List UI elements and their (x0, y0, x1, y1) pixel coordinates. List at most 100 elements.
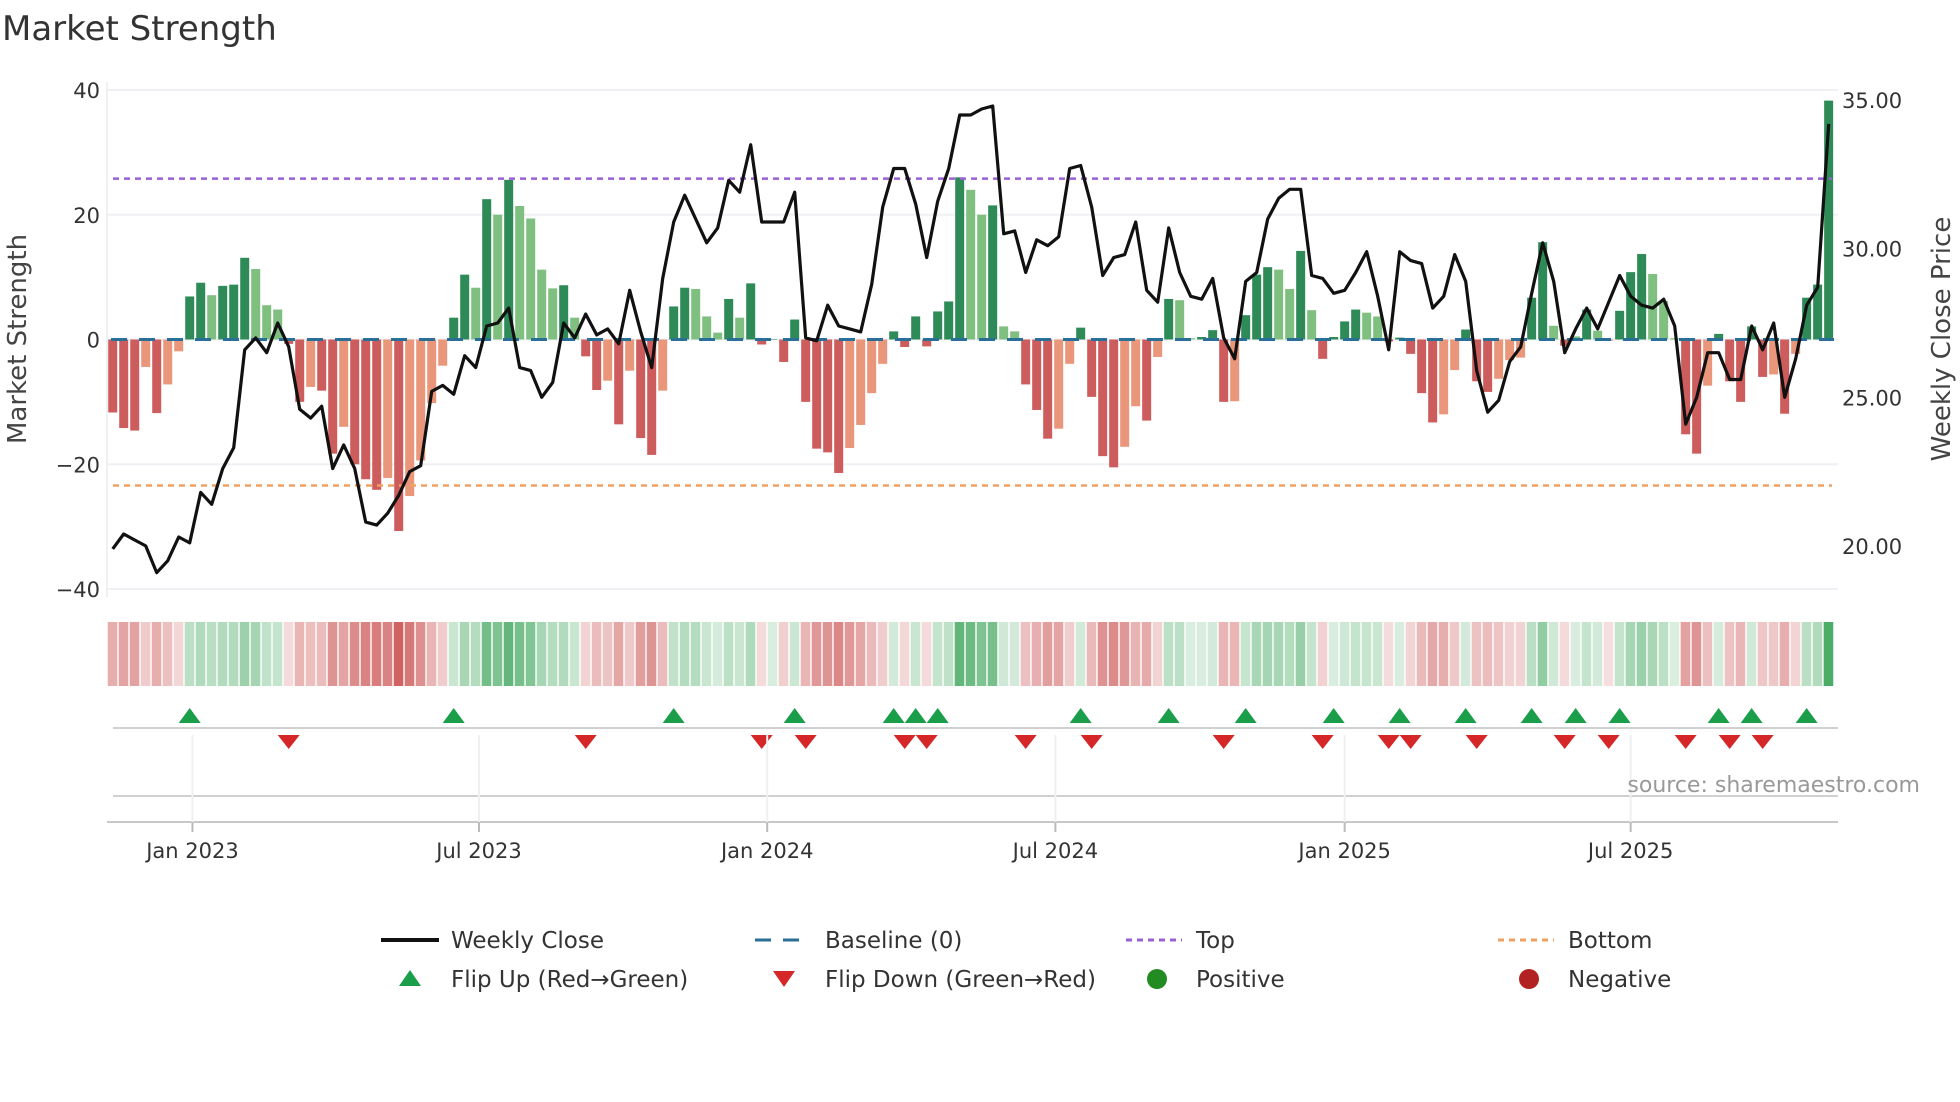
strip-cell (1449, 622, 1460, 686)
strip-cell (613, 622, 624, 686)
strip-cell (261, 622, 272, 686)
strength-bar (119, 339, 129, 429)
right-tick-label: 35.00 (1842, 89, 1902, 113)
strip-cell (1559, 622, 1570, 686)
strength-bar (548, 288, 558, 340)
strip-cell (1185, 622, 1196, 686)
strip-cell (448, 622, 459, 686)
strip-cell (1251, 622, 1262, 686)
strength-bar (592, 339, 602, 391)
strip-cell (1295, 622, 1306, 686)
flip-down-marker (1377, 735, 1400, 749)
strength-bar (449, 317, 459, 340)
strip-cell (668, 622, 679, 686)
strength-bar (526, 218, 536, 340)
strength-bar (515, 206, 525, 340)
strip-cell (536, 622, 547, 686)
legend-item: Baseline (0) (755, 928, 962, 954)
strength-bar (1406, 339, 1416, 354)
strength-bar (1428, 339, 1438, 423)
strip-cell (833, 622, 844, 686)
strength-bar (691, 288, 701, 340)
legend-item: Top (1126, 928, 1235, 954)
strength-bar (108, 339, 118, 413)
circle-icon (1147, 969, 1167, 989)
flip-down-marker (893, 735, 916, 749)
strip-cell (1812, 622, 1823, 686)
strip-cell (1515, 622, 1526, 686)
strength-bar (1076, 327, 1086, 340)
strip-cell (1724, 622, 1735, 686)
strip-cell (954, 622, 965, 686)
strip-cell (1218, 622, 1229, 686)
strength-bar (581, 339, 591, 357)
flip-up-marker (1707, 708, 1730, 723)
strength-bar (1626, 272, 1636, 340)
market-strength-chart: Market Strength 40 20 0 −20 −40 35.00 30.00 25… (2, 9, 1957, 993)
flip-down-marker (1751, 735, 1774, 749)
strip-cell (1438, 622, 1449, 686)
flip-down-marker (794, 735, 817, 749)
strip-cell (580, 622, 591, 686)
strength-bar (1263, 267, 1273, 340)
strip-cell (1757, 622, 1768, 686)
flip-down-marker (1311, 735, 1334, 749)
strength-bar (372, 339, 382, 490)
strength-bar (955, 177, 965, 340)
legend-label: Negative (1568, 967, 1671, 993)
strip-cell (624, 622, 635, 686)
strip-cell (1482, 622, 1493, 686)
strip-cell (1779, 622, 1790, 686)
strength-bar (878, 339, 888, 364)
strip-cell (1493, 622, 1504, 686)
strength-bar (328, 339, 338, 454)
flip-up-marker (1069, 708, 1092, 723)
strip-cell (481, 622, 492, 686)
strength-bar (1450, 339, 1460, 371)
triangle-down-icon (773, 971, 795, 987)
strip-cell (1372, 622, 1383, 686)
flip-up-marker (1795, 708, 1818, 723)
flip-down-marker (1553, 735, 1576, 749)
flip-up-marker (1608, 708, 1631, 723)
strength-bar (966, 189, 976, 340)
strip-cell (1669, 622, 1680, 686)
strip-cell (987, 622, 998, 686)
strip-cell (129, 622, 140, 686)
strength-bar (1241, 315, 1251, 340)
strength-bar (1032, 339, 1042, 410)
flip-down-marker (915, 735, 938, 749)
strength-bar (746, 283, 756, 340)
strip-cell (899, 622, 910, 686)
strip-cell (866, 622, 877, 686)
strip-cell (1020, 622, 1031, 686)
flip-up-marker (1740, 708, 1763, 723)
strip-cell (877, 622, 888, 686)
strip-cell (327, 622, 338, 686)
strip-cell (1383, 622, 1394, 686)
strength-bar (471, 287, 481, 340)
strip-cell (426, 622, 437, 686)
strip-cell (701, 622, 712, 686)
strength-bar (163, 339, 173, 385)
strip-cell (1823, 622, 1834, 686)
strength-bar (1362, 312, 1372, 340)
strip-cell (569, 622, 580, 686)
strength-bar (251, 269, 261, 340)
strength-bar (911, 316, 921, 340)
strength-bar (724, 298, 734, 340)
strip-cell (679, 622, 690, 686)
strip-cell (1262, 622, 1273, 686)
left-tick-label: 20 (73, 204, 100, 228)
strength-bar (141, 339, 151, 367)
strip-cell (1141, 622, 1152, 686)
strip-cell (1537, 622, 1548, 686)
flip-up-marker (926, 708, 949, 723)
left-tick-label: −20 (56, 453, 100, 477)
strength-bar (1219, 339, 1229, 402)
strength-bar (438, 339, 448, 366)
strip-cell (1086, 622, 1097, 686)
strip-cell (1009, 622, 1020, 686)
left-y-axis: 40 20 0 −20 −40 (56, 79, 100, 602)
strength-bar (845, 339, 855, 449)
